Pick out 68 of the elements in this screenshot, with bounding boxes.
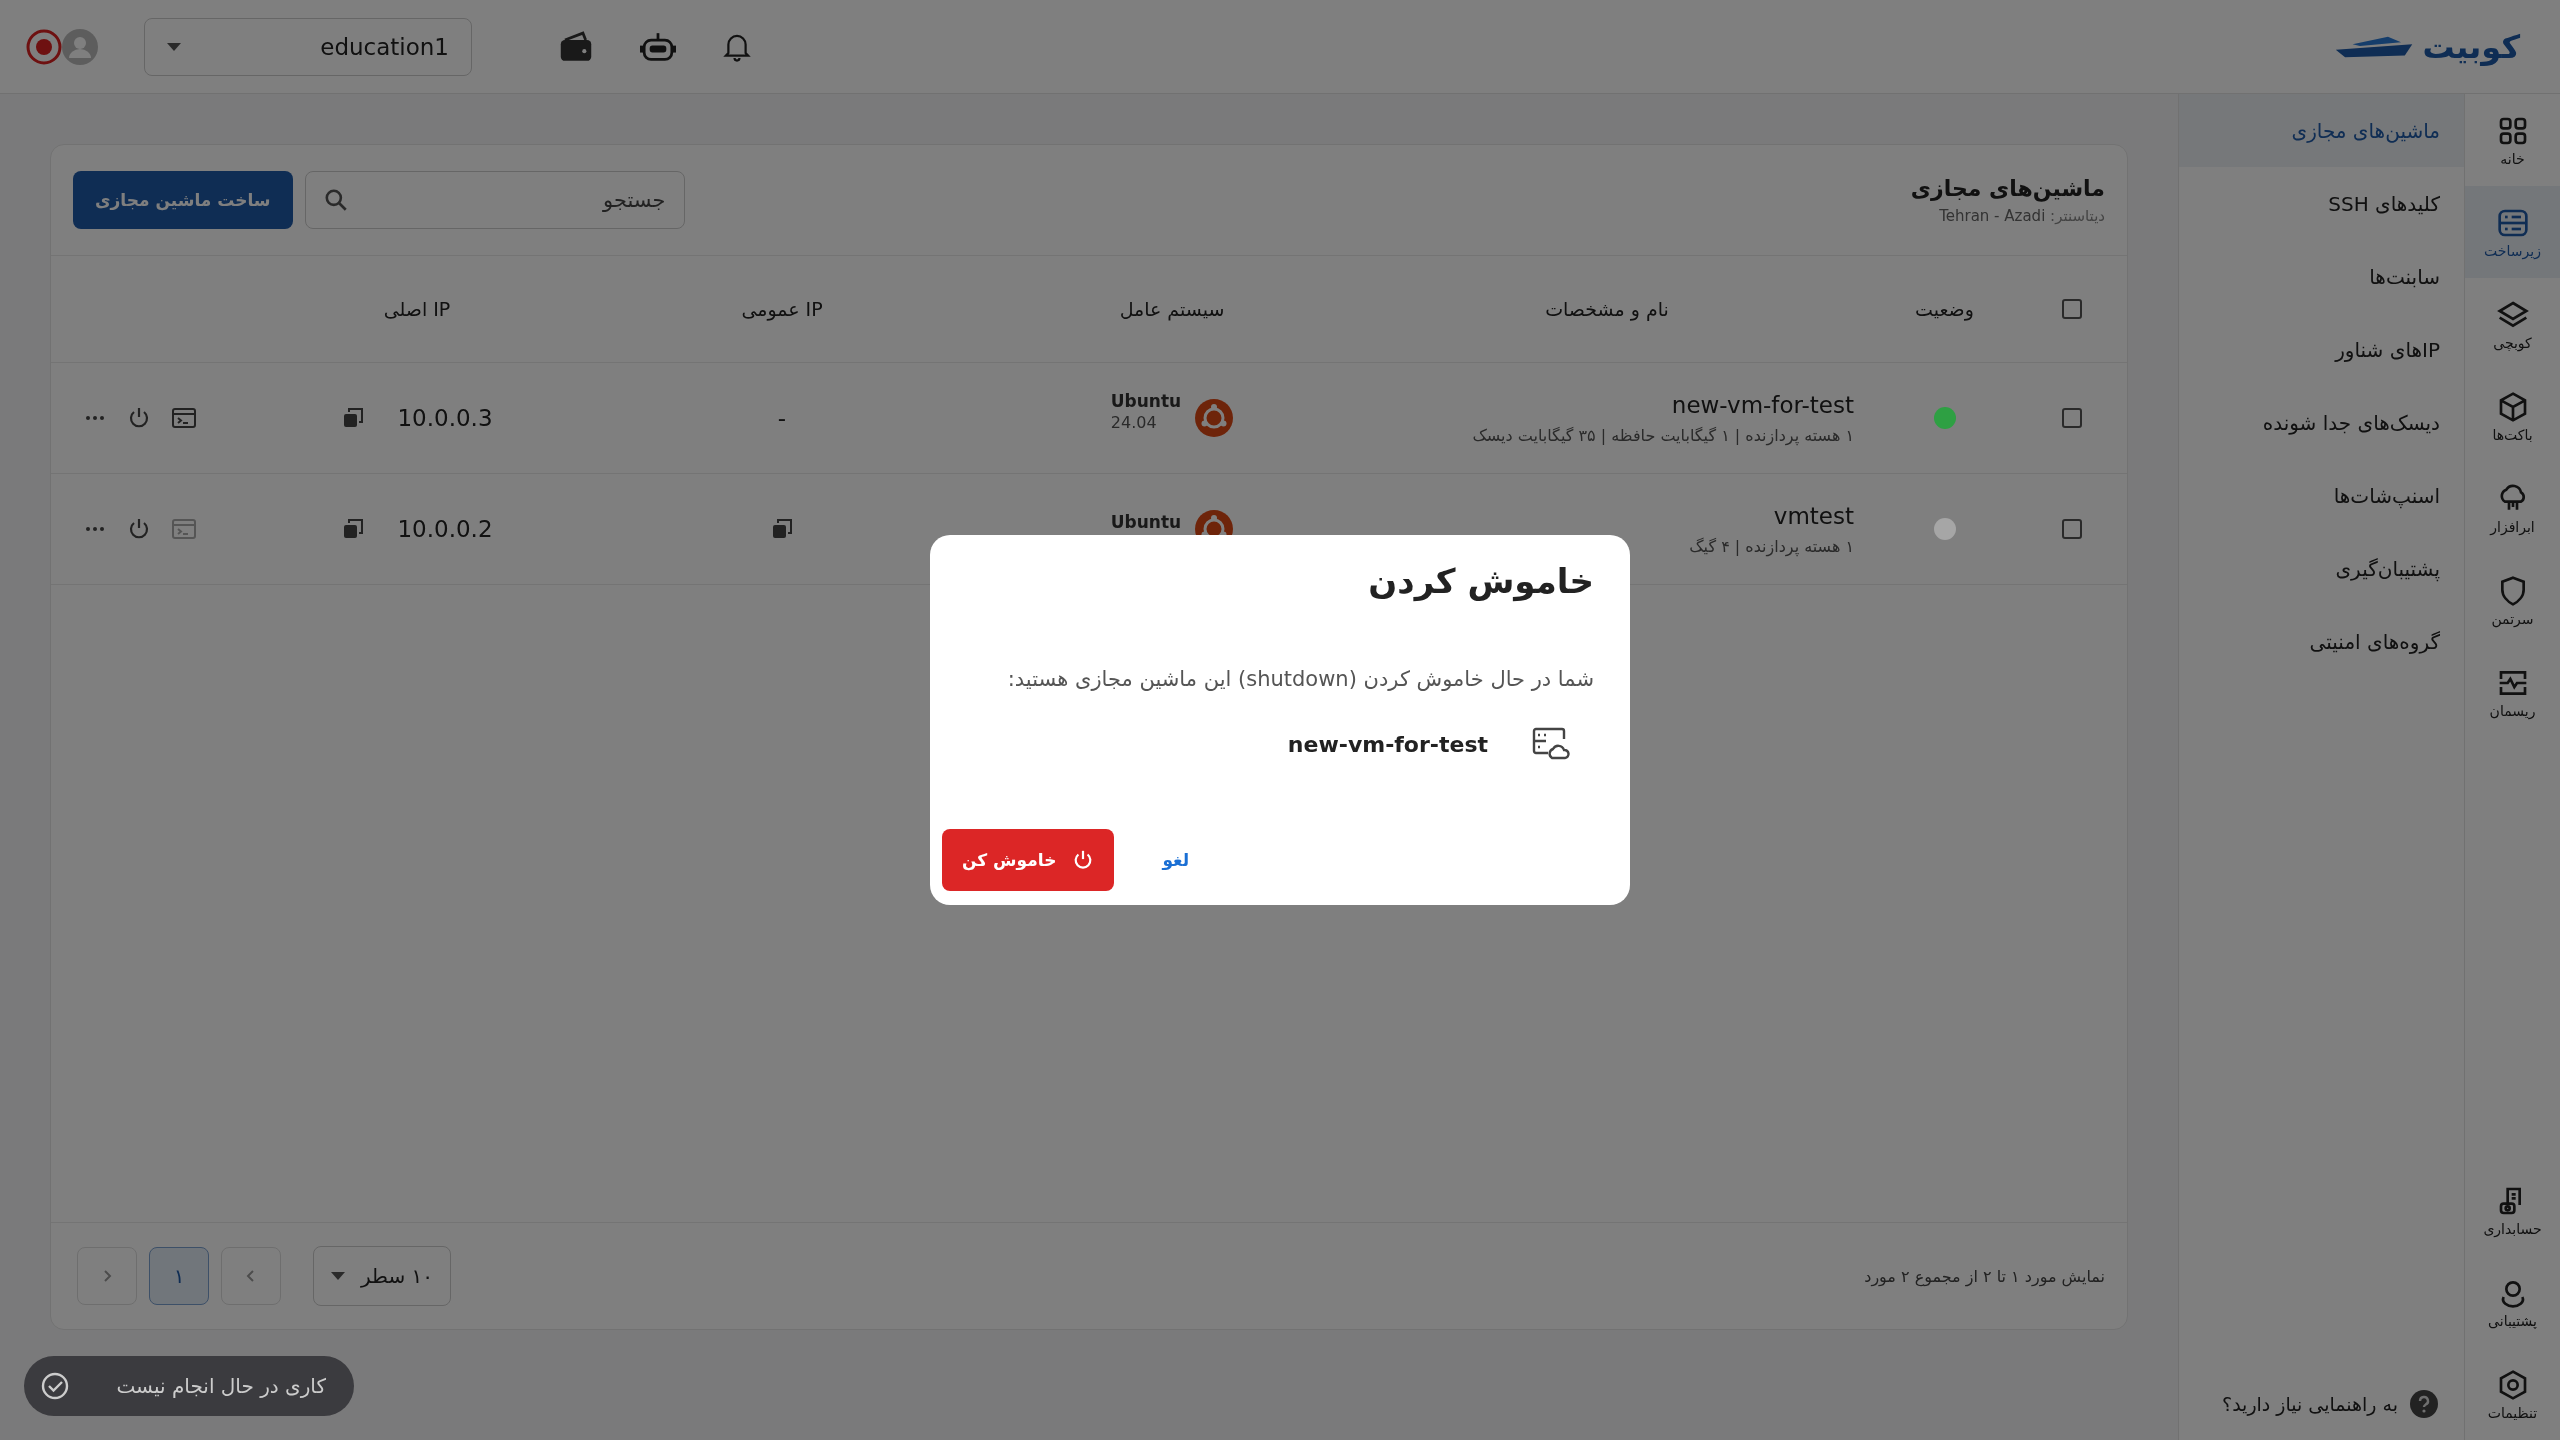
create-vm-button[interactable]: ساخت ماشین مجازی	[73, 171, 293, 229]
toast-message: کاری در حال انجام نیست	[116, 1374, 326, 1398]
cancel-button[interactable]: لغو	[1154, 842, 1198, 878]
server-icon	[2496, 207, 2529, 239]
search-field[interactable]: جستجو	[304, 171, 685, 229]
row-checkbox[interactable]	[2062, 519, 2082, 539]
dialog-title: خاموش کردن	[1367, 561, 1594, 601]
cloud-server-icon	[1532, 727, 1570, 761]
menu-item[interactable]: اسنپ‌شات‌ها	[2179, 459, 2464, 532]
sidebar-item[interactable]: ریسمان	[2465, 646, 2560, 738]
column-header: سیستم عامل	[1118, 297, 1226, 323]
wallet-icon[interactable]	[558, 29, 594, 64]
menu-item[interactable]: پشتیبان‌گیری	[2179, 532, 2464, 605]
public-ip: -	[777, 405, 787, 431]
datacenter-name: Tehran - Azadi	[1939, 206, 2046, 225]
sidebar-item[interactable]: باکت‌ها	[2465, 370, 2560, 462]
caret-icon	[331, 1272, 345, 1280]
private-ip: 10.0.0.2	[397, 516, 493, 542]
copy-icon[interactable]	[770, 517, 794, 541]
os-version: 24.04	[1110, 412, 1157, 432]
console-icon[interactable]	[171, 406, 197, 430]
column-header: IP اصلی	[382, 297, 452, 322]
sidebar-item[interactable]: حسابداری	[2465, 1164, 2560, 1256]
vm-specs: ۱ هسته پردازنده | ۱ گیگابایت حافظه | ۳۵ گیگابایت دیسک	[1472, 425, 1854, 445]
private-ip: 10.0.0.3	[397, 405, 493, 431]
organization-logo[interactable]	[26, 28, 62, 65]
menu-item[interactable]: سابنت‌ها	[2179, 240, 2464, 313]
sidebar-item[interactable]: زیرساخت	[2465, 186, 2560, 278]
os-name: Ubuntu	[1110, 390, 1182, 411]
vm-name: new-vm-for-test	[1287, 731, 1488, 757]
os-logo-icon	[1195, 399, 1234, 437]
page-title: ماشین‌های مجازی	[1910, 175, 2105, 201]
power-icon[interactable]	[127, 517, 151, 541]
brand-logo[interactable]: کوبیت	[2422, 27, 2520, 66]
copy-icon[interactable]	[341, 406, 366, 430]
sidebar-item[interactable]: پشتیبانی	[2465, 1256, 2560, 1348]
sidebar-item[interactable]: سرتمن	[2465, 554, 2560, 646]
menu-item[interactable]: ماشین‌های مجازی	[2179, 94, 2464, 167]
column-header: وضعیت	[1914, 297, 1975, 323]
sidebar-item[interactable]: خانه	[2465, 94, 2560, 186]
shutdown-button[interactable]: خاموش کن	[942, 829, 1115, 891]
os-name: Ubuntu	[1110, 512, 1182, 532]
caret-icon	[167, 42, 181, 51]
menu-item[interactable]: IPهای شناور	[2179, 313, 2464, 386]
row-checkbox[interactable]	[2062, 408, 2082, 428]
pagination-summary: نمایش مورد ۱ تا ۲ از مجموع ۲ مورد	[1864, 1266, 2105, 1286]
sidebar-item[interactable]: ابرافزار	[2465, 462, 2560, 554]
menu-item[interactable]: کلیدهای SSH	[2179, 167, 2464, 240]
select-all-checkbox[interactable]	[2062, 299, 2082, 319]
dialog-message: شما در حال خاموش کردن (shutdown) این ماشین مجازی هستید:	[1006, 667, 1594, 691]
project-dropdown[interactable]: education1	[144, 17, 472, 76]
power-icon[interactable]	[127, 406, 151, 430]
column-header: IP عمومی	[740, 297, 824, 323]
check-icon	[40, 1371, 70, 1401]
menu-item[interactable]: گروه‌های امنیتی	[2179, 605, 2464, 678]
help-link[interactable]: به راهنمایی نیاز دارید؟	[2222, 1393, 2398, 1415]
column-header: نام و مشخصات	[1544, 297, 1670, 323]
help-icon[interactable]	[2410, 1390, 2438, 1418]
menu-item[interactable]: دیسک‌های جدا شونده	[2179, 386, 2464, 459]
sidebar-item[interactable]: کوبچی	[2465, 278, 2560, 370]
copy-icon[interactable]	[341, 517, 366, 541]
sidebar-item[interactable]: تنظیمات	[2465, 1348, 2560, 1440]
vm-name[interactable]: new-vm-for-test	[1671, 391, 1854, 418]
page-size-dropdown[interactable]: ۱۰ سطر	[313, 1246, 451, 1306]
page-button[interactable]: ۱	[149, 1247, 209, 1305]
datacenter-label: دیتاسنتر:	[2050, 206, 2105, 225]
vm-name[interactable]: vmtest	[1773, 502, 1854, 529]
vm-specs: ۱ هسته پردازنده | ۴ گیگ	[1689, 536, 1854, 556]
